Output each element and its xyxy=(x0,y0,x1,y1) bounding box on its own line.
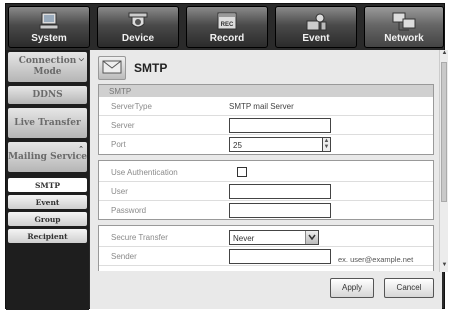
password-input[interactable] xyxy=(229,203,331,218)
tab-device-label: Device xyxy=(121,33,155,44)
sender-label: Sender xyxy=(111,252,137,261)
secure-transfer-value: Never xyxy=(233,234,255,243)
scroll-down-icon[interactable]: ▼ xyxy=(440,262,449,272)
chevron-down-icon[interactable] xyxy=(305,231,318,244)
cancel-button[interactable]: Cancel xyxy=(384,278,434,298)
sidebar: Connection Mode ⌵ DDNS Live Transfer Mai… xyxy=(6,50,89,310)
tab-record[interactable]: REC Record xyxy=(186,6,268,48)
use-authentication-label: Use Authentication xyxy=(111,168,178,177)
sidebar-item-label: DDNS xyxy=(32,89,63,100)
chevron-down-icon: ⌵ xyxy=(78,55,84,63)
record-badge-text: REC xyxy=(221,22,234,28)
sidebar-subitem-label: Recipient xyxy=(27,231,68,241)
use-authentication-checkbox[interactable] xyxy=(237,167,247,177)
server-label: Server xyxy=(111,121,135,130)
port-stepper[interactable]: 25 ▲ ▼ xyxy=(229,137,331,152)
sidebar-item-label: Connection Mode xyxy=(18,56,77,77)
section-header-label: SMTP xyxy=(109,87,132,96)
tab-event[interactable]: Event xyxy=(275,6,357,48)
event-icon xyxy=(306,13,327,31)
vertical-scrollbar[interactable]: ▲ ▼ xyxy=(439,50,448,272)
device-camera-icon xyxy=(128,12,148,28)
use-authentication-row: Use Authentication xyxy=(99,163,433,182)
user-row: User xyxy=(99,182,433,201)
port-value: 25 xyxy=(233,141,242,150)
smtp-server-panel: SMTP ServerType SMTP mail Server Server … xyxy=(98,84,434,155)
tab-event-label: Event xyxy=(302,33,330,44)
smtp-settings-window: System Device REC Record Event Network C… xyxy=(5,3,448,310)
sender-input[interactable] xyxy=(229,249,331,264)
tab-device[interactable]: Device xyxy=(97,6,179,48)
page-title: SMTP xyxy=(134,61,168,75)
password-row: Password xyxy=(99,201,433,220)
system-monitor-icon xyxy=(39,12,59,30)
sidebar-item-label: Live Transfer xyxy=(14,117,81,128)
sidebar-subitem-recipient[interactable]: Recipient xyxy=(8,229,87,243)
server-input[interactable] xyxy=(229,118,331,133)
tab-system-label: System xyxy=(31,33,67,44)
chevron-up-icon: ⌃ xyxy=(78,145,84,153)
tab-network[interactable]: Network xyxy=(364,6,444,48)
server-type-label: ServerType xyxy=(111,102,152,111)
sidebar-subitem-event[interactable]: Event xyxy=(8,195,87,209)
secure-transfer-row: Secure Transfer Never xyxy=(99,228,433,247)
network-icon xyxy=(392,12,416,31)
password-label: Password xyxy=(111,206,147,215)
sidebar-item-mailing-service[interactable]: Mailing Service ⌃ xyxy=(8,142,87,172)
sidebar-subitem-group[interactable]: Group xyxy=(8,212,87,226)
page-header: SMTP xyxy=(98,55,167,81)
authentication-panel: Use Authentication User Password xyxy=(98,160,434,220)
sidebar-item-connection-mode[interactable]: Connection Mode ⌵ xyxy=(8,52,87,82)
sender-hint: ex. user@example.net xyxy=(338,255,414,264)
top-menu-tabs: System Device REC Record Event Network xyxy=(6,4,446,50)
tab-network-label: Network xyxy=(384,33,424,44)
secure-transfer-label: Secure Transfer xyxy=(111,233,168,242)
sidebar-subitem-smtp[interactable]: SMTP xyxy=(8,178,87,192)
stepper-arrows-icon[interactable]: ▲ ▼ xyxy=(322,137,331,152)
server-type-row: ServerType SMTP mail Server xyxy=(99,97,433,116)
apply-button[interactable]: Apply xyxy=(330,278,374,298)
scroll-thumb[interactable] xyxy=(441,62,447,202)
user-input[interactable] xyxy=(229,184,331,199)
main-content: SMTP SMTP ServerType SMTP mail Server Se… xyxy=(90,50,448,309)
sidebar-item-ddns[interactable]: DDNS xyxy=(8,86,87,104)
section-header: SMTP xyxy=(99,85,433,97)
user-label: User xyxy=(111,187,128,196)
secure-transfer-select[interactable]: Never xyxy=(229,230,319,245)
sidebar-subitem-label: Event xyxy=(35,197,60,207)
transfer-panel: Secure Transfer Never Sender ex. user@ex… xyxy=(98,225,434,271)
smtp-mail-icon xyxy=(98,56,126,80)
tab-record-label: Record xyxy=(209,33,245,44)
scroll-up-icon[interactable]: ▲ xyxy=(440,50,449,60)
server-row: Server xyxy=(99,116,433,135)
sidebar-item-label: Mailing Service xyxy=(8,151,87,162)
port-row: Port 25 ▲ ▼ xyxy=(99,135,433,154)
sidebar-subitem-label: SMTP xyxy=(35,180,60,190)
sender-row: Sender ex. user@example.net xyxy=(99,247,433,266)
sidebar-subitem-label: Group xyxy=(34,214,61,224)
tab-system[interactable]: System xyxy=(8,6,90,48)
record-icon: REC xyxy=(217,12,237,30)
server-type-value: SMTP mail Server xyxy=(229,102,294,111)
port-label: Port xyxy=(111,140,126,149)
sidebar-item-live-transfer[interactable]: Live Transfer xyxy=(8,108,87,138)
